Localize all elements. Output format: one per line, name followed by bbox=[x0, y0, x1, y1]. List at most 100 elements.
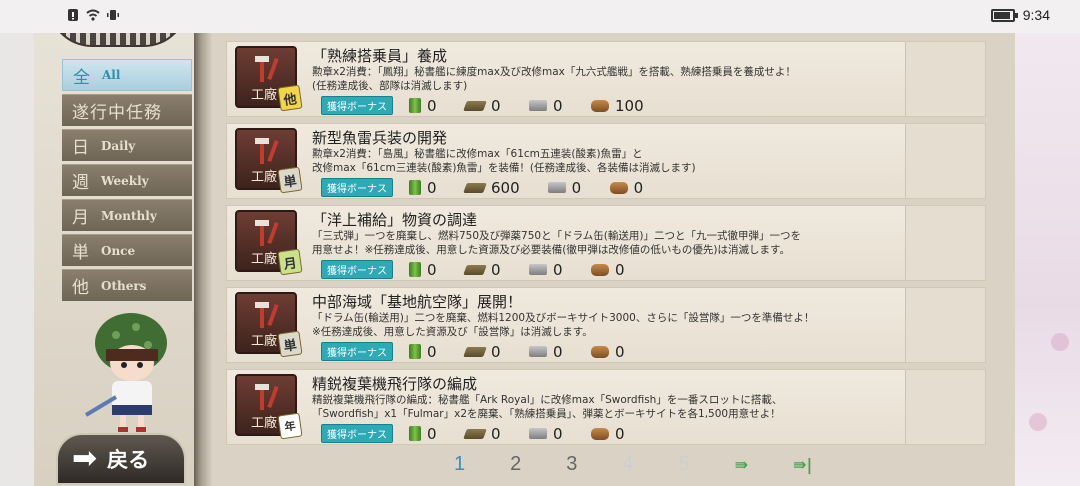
tab-others[interactable]: 他 Others bbox=[62, 269, 192, 301]
bauxite-icon bbox=[591, 263, 609, 276]
bonus-tag: 獲得ボーナス bbox=[321, 342, 393, 361]
quest-type-badge: 他 bbox=[277, 84, 303, 112]
quest-row[interactable]: 工廠 単 新型魚雷兵装の開発 勲章x2消費：「島風」秘書艦に改修max「61cm… bbox=[226, 123, 986, 199]
ammo-value: 600 bbox=[491, 178, 520, 197]
pagination: 1 2 3 4 5 ⇛ ⇛| bbox=[454, 453, 812, 476]
steel-value: 0 bbox=[553, 96, 563, 115]
hammer-wrench-icon bbox=[255, 56, 279, 82]
steel-icon bbox=[529, 264, 547, 275]
tab-once[interactable]: 単 Once bbox=[62, 234, 192, 266]
game-screen: 全 All 遂行中任務 日 Daily 週 Weekly 月 Monthly 単… bbox=[34, 33, 1015, 486]
quest-description: 勲章x2消費：「鳳翔」秘書艦に練度max及び改修max「九六式艦戦」を搭載、熟練… bbox=[312, 66, 796, 92]
quest-description: 「三式弾」一つを廃棄し、燃料750及び弾薬750と「ドラム缶(輸送用)」二つと「… bbox=[312, 230, 801, 256]
steel-icon bbox=[547, 182, 566, 193]
vibrate-icon bbox=[107, 10, 119, 20]
ammo-icon bbox=[463, 428, 487, 439]
quest-rewards: 獲得ボーナス 0 600 0 0 bbox=[321, 178, 672, 197]
quest-row[interactable]: 工廠 月 「洋上補給」物資の調達 「三式弾」一つを廃棄し、燃料750及び弾薬75… bbox=[226, 205, 986, 281]
quest-rewards: 獲得ボーナス 0 0 0 0 bbox=[321, 342, 653, 361]
quest-list: 工廠 他 「熟練搭乗員」養成 勲章x2消費：「鳳翔」秘書艦に練度max及び改修m… bbox=[226, 41, 986, 451]
ammo-value: 0 bbox=[491, 260, 501, 279]
ammo-icon bbox=[463, 182, 487, 193]
fuel-value: 0 bbox=[427, 424, 437, 443]
tab-weekly[interactable]: 週 Weekly bbox=[62, 164, 192, 196]
petal-decoration bbox=[1051, 333, 1069, 351]
page-2-link[interactable]: 2 bbox=[510, 453, 521, 476]
hammer-wrench-icon bbox=[255, 220, 279, 246]
fuel-icon bbox=[409, 262, 421, 277]
quest-row[interactable]: 工廠 単 中部海域「基地航空隊」展開！ 「ドラム缶(輸送用)」二つを廃棄、燃料1… bbox=[226, 287, 986, 363]
fuel-value: 0 bbox=[427, 342, 437, 361]
page-1-link[interactable]: 1 bbox=[454, 453, 465, 476]
sim-alert-icon bbox=[68, 9, 78, 21]
steel-icon bbox=[529, 346, 547, 357]
quest-title: 精鋭複葉機飛行隊の編成 bbox=[312, 375, 478, 393]
last-page-icon[interactable]: ⇛| bbox=[793, 455, 812, 474]
quest-title: 新型魚雷兵装の開発 bbox=[312, 129, 448, 147]
next-page-icon[interactable]: ⇛ bbox=[735, 455, 748, 474]
quest-title: 「洋上補給」物資の調達 bbox=[312, 211, 478, 229]
quest-rewards: 獲得ボーナス 0 0 0 100 bbox=[321, 96, 672, 115]
wifi-icon bbox=[86, 9, 100, 21]
quest-status-slot bbox=[905, 288, 985, 362]
quest-filter-menu: 全 All 遂行中任務 日 Daily 週 Weekly 月 Monthly 単… bbox=[62, 59, 192, 304]
quest-type-badge: 単 bbox=[277, 330, 303, 358]
fuel-icon bbox=[409, 98, 421, 113]
ammo-value: 0 bbox=[491, 342, 501, 361]
bonus-tag: 獲得ボーナス bbox=[321, 260, 393, 279]
tab-all[interactable]: 全 All bbox=[62, 59, 192, 91]
quest-status-slot bbox=[905, 42, 985, 116]
quest-rewards: 獲得ボーナス 0 0 0 0 bbox=[321, 424, 653, 443]
tab-daily[interactable]: 日 Daily bbox=[62, 129, 192, 161]
tab-monthly[interactable]: 月 Monthly bbox=[62, 199, 192, 231]
ammo-value: 0 bbox=[491, 96, 501, 115]
quest-title: 中部海域「基地航空隊」展開！ bbox=[312, 293, 523, 311]
bauxite-icon bbox=[609, 181, 628, 194]
quest-row[interactable]: 工廠 年 精鋭複葉機飛行隊の編成 精鋭複葉機飛行隊の編成：秘書艦「Ark Roy… bbox=[226, 369, 986, 445]
quest-type-badge: 月 bbox=[277, 248, 303, 276]
bauxite-icon bbox=[591, 427, 609, 440]
fuel-value: 0 bbox=[427, 260, 437, 279]
steel-icon bbox=[529, 100, 547, 111]
ammo-icon bbox=[463, 346, 487, 357]
quest-title: 「熟練搭乗員」養成 bbox=[312, 47, 448, 65]
ammo-value: 0 bbox=[491, 424, 501, 443]
ammo-icon bbox=[463, 100, 487, 111]
fuel-icon bbox=[409, 180, 421, 195]
bauxite-value: 0 bbox=[615, 342, 625, 361]
status-bar: 9:34 bbox=[0, 0, 1080, 33]
menu-divider bbox=[194, 33, 212, 486]
bauxite-icon bbox=[591, 99, 609, 112]
status-icons-left bbox=[66, 8, 120, 22]
petal-decoration bbox=[1029, 413, 1047, 431]
quest-rewards: 獲得ボーナス 0 0 0 0 bbox=[321, 260, 653, 279]
fuel-value: 0 bbox=[427, 96, 437, 115]
clock: 9:34 bbox=[1022, 7, 1050, 23]
quest-status-slot bbox=[905, 124, 985, 198]
bauxite-value: 0 bbox=[615, 260, 625, 279]
bauxite-icon bbox=[591, 345, 609, 358]
quest-description: 勲章x2消費：「島風」秘書艦に改修max「61cm五連装(酸素)魚雷」と 改修m… bbox=[312, 148, 696, 174]
back-button[interactable]: ➡ 戻る bbox=[56, 433, 186, 485]
fuel-icon bbox=[409, 344, 421, 359]
page-3-link[interactable]: 3 bbox=[566, 453, 577, 476]
side-background-art bbox=[1015, 33, 1080, 486]
bauxite-value: 0 bbox=[615, 424, 625, 443]
steel-value: 0 bbox=[553, 342, 563, 361]
hammer-wrench-icon bbox=[255, 384, 279, 410]
bonus-tag: 獲得ボーナス bbox=[321, 96, 393, 115]
ammo-icon bbox=[463, 264, 487, 275]
page-4-link: 4 bbox=[622, 453, 634, 475]
fuel-icon bbox=[409, 426, 421, 441]
quest-girl-character bbox=[84, 313, 167, 432]
quest-row[interactable]: 工廠 他 「熟練搭乗員」養成 勲章x2消費：「鳳翔」秘書艦に練度max及び改修m… bbox=[226, 41, 986, 117]
fuel-value: 0 bbox=[427, 178, 437, 197]
hammer-wrench-icon bbox=[255, 138, 279, 164]
quest-description: 精鋭複葉機飛行隊の編成：秘書艦「Ark Royal」に改修max「Swordfi… bbox=[312, 394, 783, 420]
bonus-tag: 獲得ボーナス bbox=[321, 178, 393, 197]
quest-status-slot bbox=[905, 206, 985, 280]
hammer-wrench-icon bbox=[255, 302, 279, 328]
steel-value: 0 bbox=[553, 424, 563, 443]
tab-in-progress[interactable]: 遂行中任務 bbox=[62, 94, 192, 126]
battery-icon bbox=[990, 8, 1018, 22]
